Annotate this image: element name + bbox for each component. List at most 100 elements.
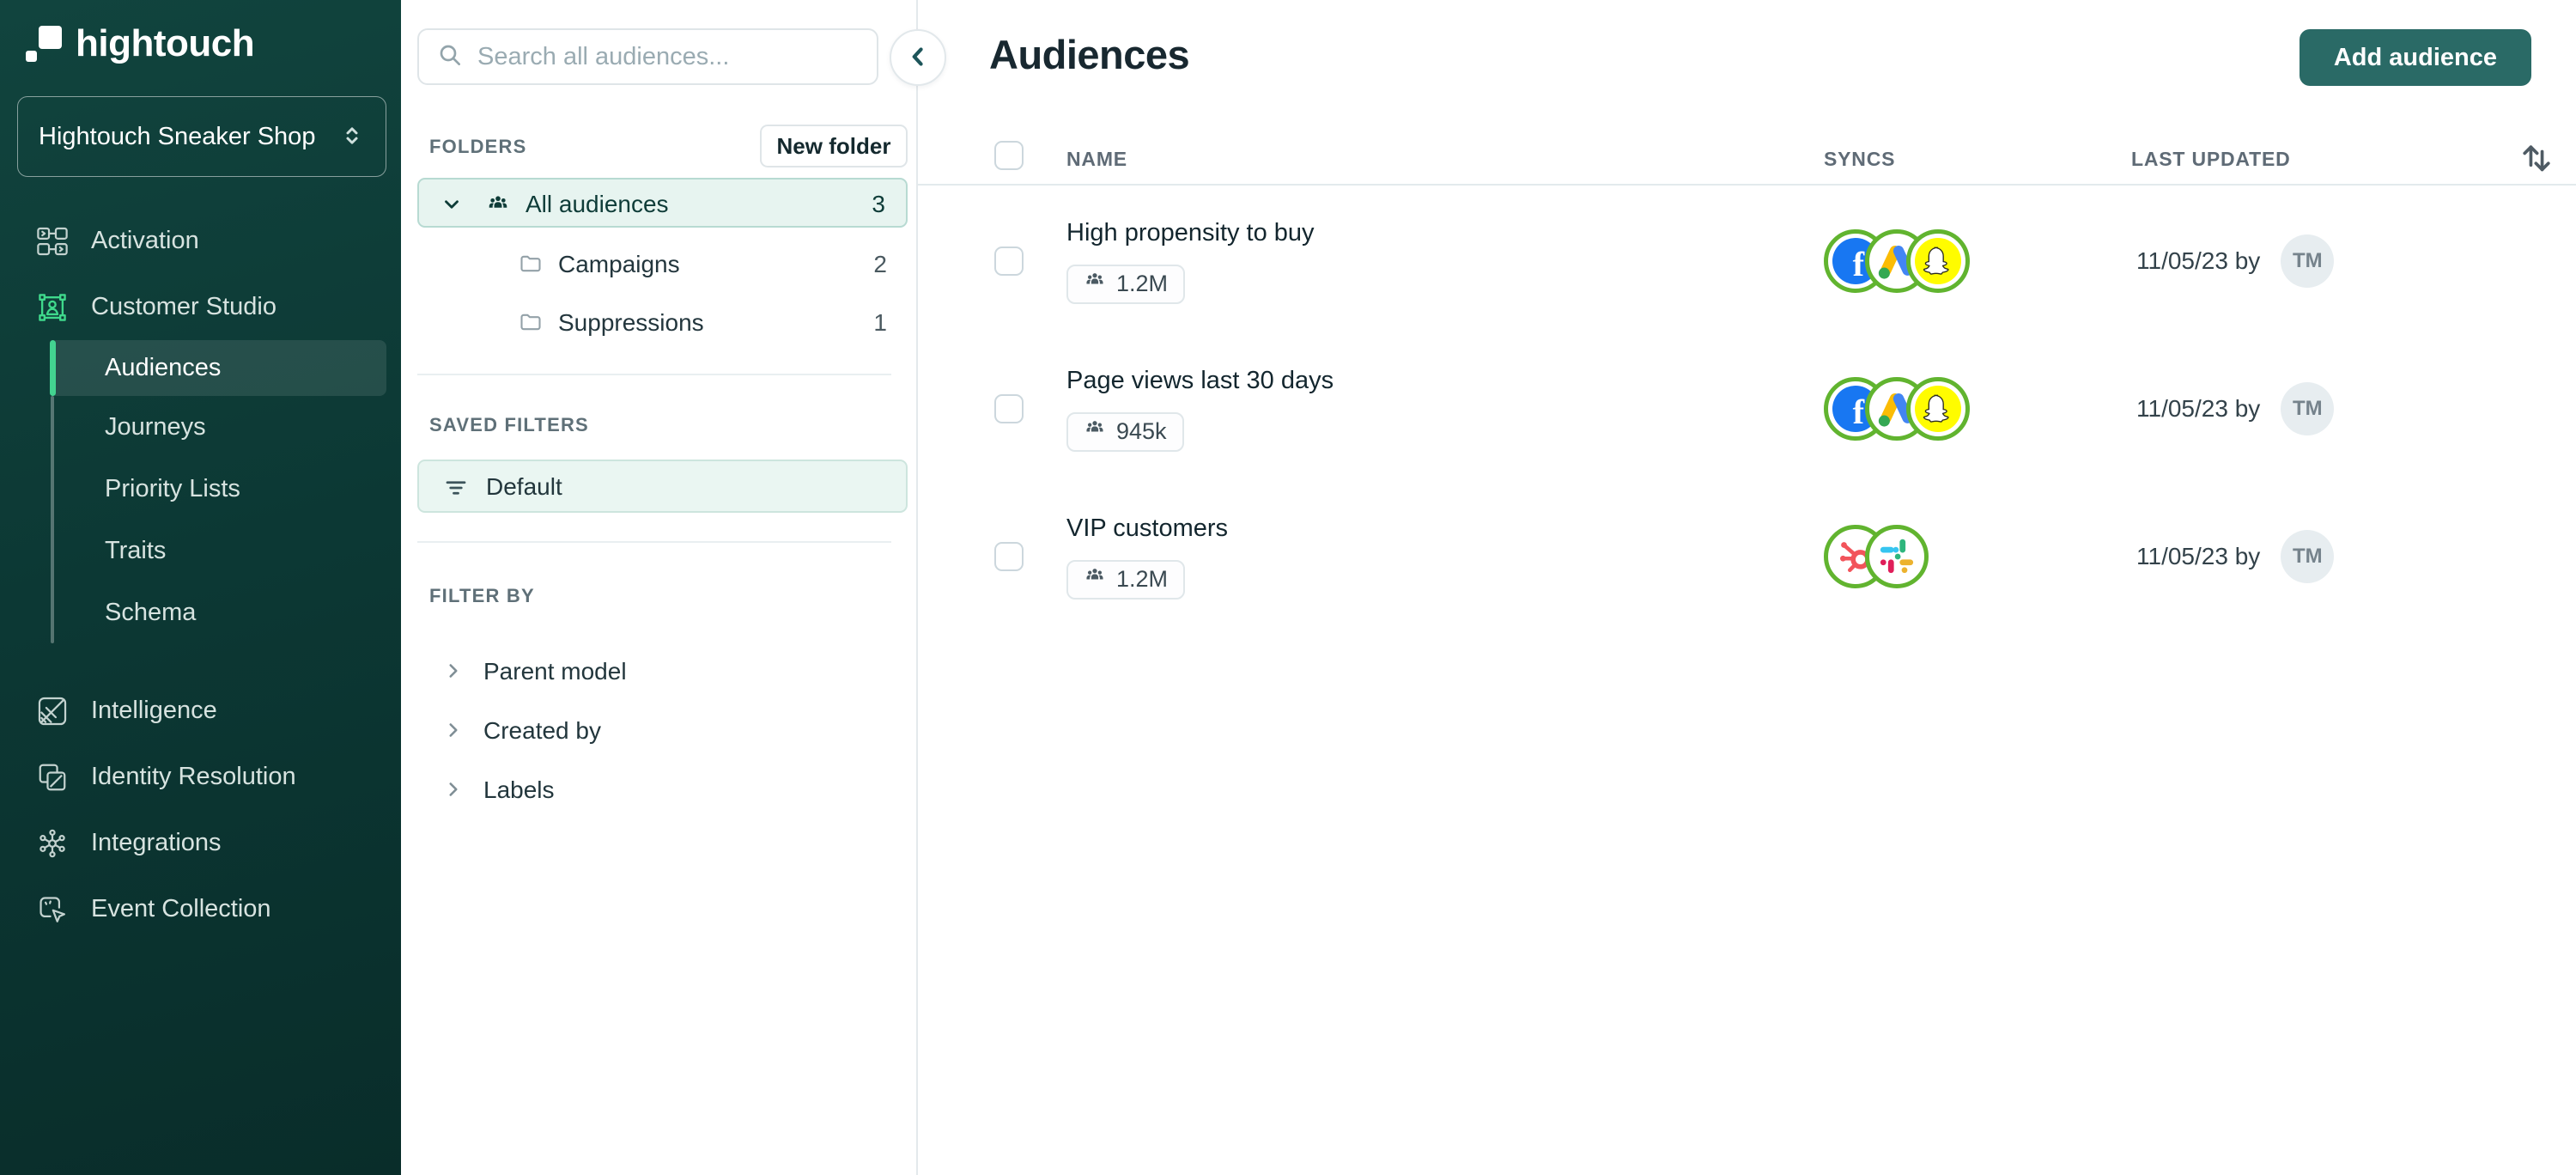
audience-name-cell: High propensity to buy 1.2M <box>1066 187 1315 335</box>
table-row[interactable]: High propensity to buy 1.2M f 11/05/23 b… <box>918 187 2576 335</box>
svg-text:f: f <box>1853 245 1865 283</box>
audience-name[interactable]: Page views last 30 days <box>1066 367 1334 395</box>
audience-group-icon <box>1084 565 1106 594</box>
logo-text: hightouch <box>76 22 255 64</box>
table-row[interactable]: VIP customers 1.2M 11/05/23 by TM <box>918 483 2576 630</box>
snapchat-sync-icon[interactable] <box>1906 377 1970 441</box>
saved-filter-label: Default <box>486 473 562 500</box>
sidebar-item-schema[interactable]: Schema <box>0 581 401 643</box>
sidebar-item-intelligence[interactable]: Intelligence <box>0 678 401 744</box>
sidebar-item-label: Event Collection <box>91 895 271 922</box>
sidebar-item-activation[interactable]: Activation <box>0 208 401 274</box>
table-header: NAME SYNCS LAST UPDATED <box>918 0 2576 186</box>
sidebar-item-priority-lists[interactable]: Priority Lists <box>0 458 401 520</box>
column-header-syncs: SYNCS <box>1824 148 1896 170</box>
search-box <box>417 28 878 85</box>
sidebar-item-label: Customer Studio <box>91 293 276 320</box>
folder-count: 2 <box>873 251 887 277</box>
avatar[interactable]: TM <box>2281 382 2335 435</box>
slack-sync-icon[interactable] <box>1865 525 1929 588</box>
sidebar-item-customer-studio[interactable]: Customer Studio <box>0 274 401 340</box>
identity-resolution-icon <box>36 761 69 794</box>
svg-text:f: f <box>1853 393 1865 431</box>
customer-studio-icon <box>36 291 69 324</box>
folder-label: Suppressions <box>558 309 704 336</box>
folder-suppressions[interactable]: Suppressions 1 <box>417 296 908 348</box>
folder-count: 1 <box>873 309 887 336</box>
avatar[interactable]: TM <box>2281 234 2335 288</box>
syncs-cell: f <box>1824 335 1970 483</box>
filter-icon <box>443 475 469 503</box>
avatar[interactable]: TM <box>2281 530 2335 583</box>
sort-arrows-icon <box>2518 144 2555 178</box>
last-updated-cell: 11/05/23 by TM <box>2136 483 2335 630</box>
row-checkbox[interactable] <box>994 394 1024 423</box>
filter-group-parent-model[interactable]: Parent model <box>417 642 908 702</box>
subnav-item-label: Traits <box>105 536 167 564</box>
snapchat-sync-icon[interactable] <box>1906 229 1970 293</box>
folder-campaigns[interactable]: Campaigns 2 <box>417 238 908 289</box>
audience-name[interactable]: High propensity to buy <box>1066 219 1315 247</box>
sidebar-item-journeys[interactable]: Journeys <box>0 396 401 458</box>
audience-size: 1.2M <box>1116 566 1169 592</box>
column-header-name: NAME <box>1066 148 1127 170</box>
filter-group-label: Parent model <box>483 658 627 685</box>
intelligence-icon <box>36 695 69 728</box>
sidebar-item-label: Activation <box>91 227 199 254</box>
sidebar-item-traits[interactable]: Traits <box>0 520 401 581</box>
audience-table-body: High propensity to buy 1.2M f 11/05/23 b… <box>918 187 2576 630</box>
row-checkbox[interactable] <box>994 247 1024 276</box>
saved-filter-default[interactable]: Default <box>417 460 908 513</box>
last-updated-text: 11/05/23 by <box>2136 395 2261 422</box>
folders-panel: FOLDERS New folder All audiences 3 <box>401 0 946 1175</box>
sidebar-item-label: Integrations <box>91 829 222 856</box>
filter-group-labels[interactable]: Labels <box>417 761 908 820</box>
audience-group-icon <box>1084 417 1106 446</box>
sidebar-nav: Activation Customer Studio Audiences Jou… <box>0 208 401 942</box>
sidebar-nav-bottom: Intelligence Identity Resolution Integra… <box>0 678 401 942</box>
sidebar-item-audiences[interactable]: Audiences <box>50 340 386 396</box>
sidebar-item-label: Identity Resolution <box>91 763 296 790</box>
folder-icon <box>519 310 543 338</box>
audience-name[interactable]: VIP customers <box>1066 514 1228 543</box>
chevron-down-icon <box>440 193 463 220</box>
hightouch-logo[interactable]: hightouch <box>26 22 255 65</box>
folders-section-label: FOLDERS <box>429 136 527 157</box>
workspace-name: Hightouch Sneaker Shop <box>39 122 316 150</box>
activation-icon <box>36 225 69 258</box>
audience-name-cell: VIP customers 1.2M <box>1066 483 1228 630</box>
main-content: Audiences Add audience NAME SYNCS LAST U… <box>918 0 2576 1175</box>
subnav-item-label: Journeys <box>105 412 206 441</box>
chevron-right-icon <box>442 719 465 746</box>
chevron-right-icon <box>442 660 465 686</box>
audience-size-badge: 1.2M <box>1066 559 1186 600</box>
search-input[interactable] <box>477 42 860 71</box>
event-collection-icon <box>36 893 69 926</box>
integrations-icon <box>36 827 69 860</box>
audience-name-cell: Page views last 30 days 945k <box>1066 335 1334 483</box>
filter-group-created-by[interactable]: Created by <box>417 702 908 761</box>
sidebar-item-identity-resolution[interactable]: Identity Resolution <box>0 744 401 810</box>
folder-label: Campaigns <box>558 251 680 277</box>
workspace-selector[interactable]: Hightouch Sneaker Shop <box>17 96 386 177</box>
customer-studio-subnav: Audiences Journeys Priority Lists Traits… <box>0 340 401 643</box>
sidebar-item-event-collection[interactable]: Event Collection <box>0 876 401 942</box>
subnav-item-label: Priority Lists <box>105 474 240 502</box>
syncs-cell: f <box>1824 187 1970 335</box>
sidebar-item-integrations[interactable]: Integrations <box>0 810 401 876</box>
new-folder-button[interactable]: New folder <box>760 125 908 167</box>
collapse-panel-button[interactable] <box>890 29 946 86</box>
select-all-checkbox[interactable] <box>994 141 1024 170</box>
up-down-chevron-icon <box>339 123 365 151</box>
row-checkbox[interactable] <box>994 542 1024 571</box>
sort-button[interactable] <box>2516 137 2557 179</box>
sidebar-item-label: Intelligence <box>91 697 217 724</box>
filter-by-section-label: FILTER BY <box>429 585 535 606</box>
chevron-left-icon <box>903 42 933 74</box>
folder-all-audiences[interactable]: All audiences 3 <box>417 178 908 228</box>
table-row[interactable]: Page views last 30 days 945k f 11/05/23 … <box>918 335 2576 483</box>
audience-group-icon <box>1084 270 1106 298</box>
column-header-last-updated: LAST UPDATED <box>2131 148 2291 170</box>
sidebar: hightouch Hightouch Sneaker Shop Activat… <box>0 0 401 1175</box>
subnav-track-line <box>51 396 54 643</box>
